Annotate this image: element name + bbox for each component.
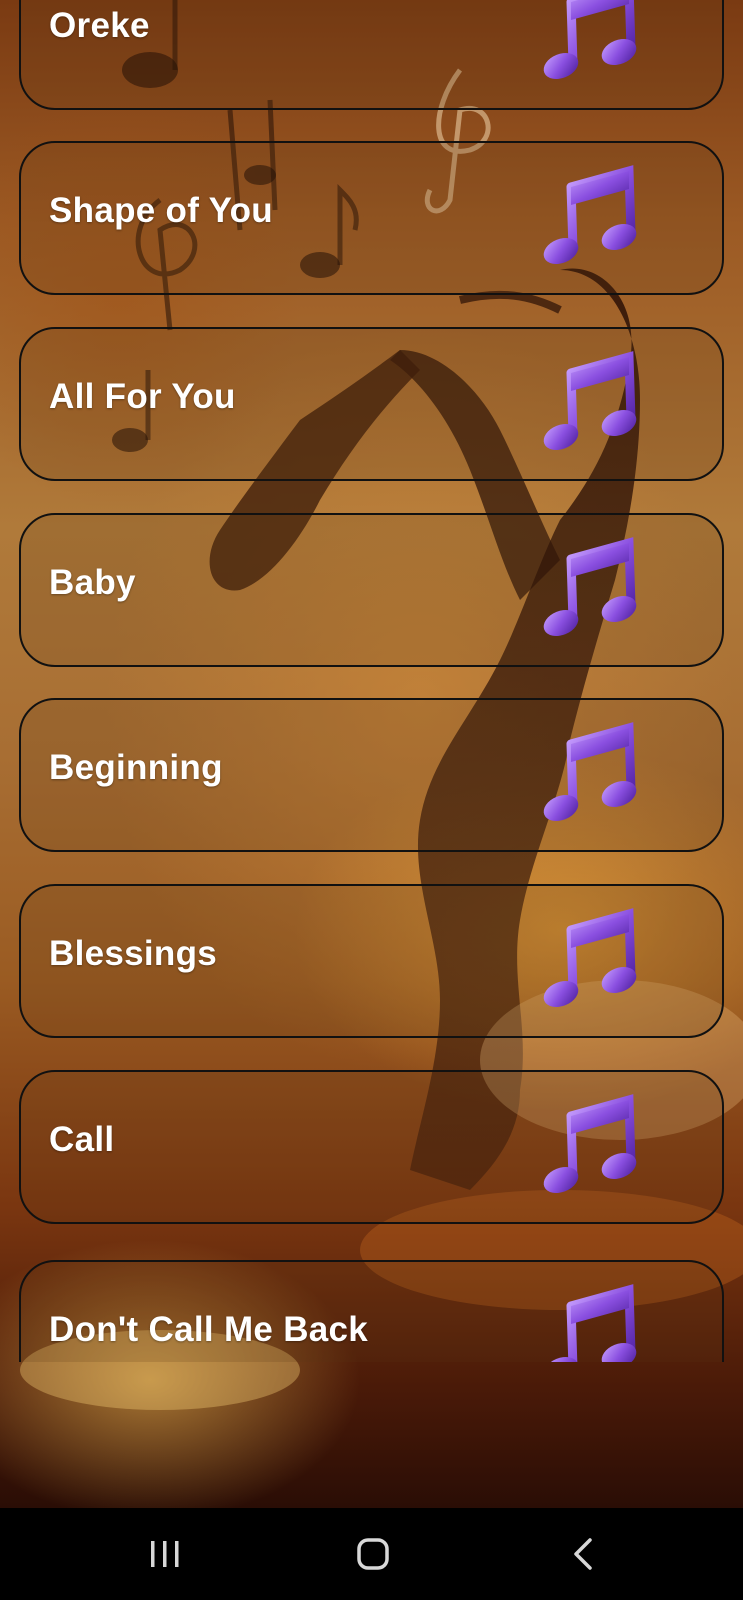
song-card-beginning[interactable]: Beginning: [19, 698, 724, 852]
song-title: Don't Call Me Back: [49, 1310, 369, 1349]
song-title: Call: [49, 1120, 115, 1159]
music-note-icon: [543, 537, 637, 637]
music-note-icon: [543, 165, 637, 265]
song-card-shape-of-you[interactable]: Shape of You: [19, 141, 724, 295]
home-icon: [357, 1538, 389, 1570]
music-note-icon: [543, 1284, 637, 1362]
back-icon: [574, 1538, 592, 1570]
song-list[interactable]: Oreke Shape of You All For You Baby Begi…: [0, 0, 743, 1362]
system-navigation-bar: [0, 1508, 743, 1600]
music-note-icon: [543, 0, 637, 80]
song-card-blessings[interactable]: Blessings: [19, 884, 724, 1038]
song-title: Baby: [49, 563, 136, 602]
music-note-icon: [543, 908, 637, 1008]
song-card-baby[interactable]: Baby: [19, 513, 724, 667]
music-note-icon: [543, 351, 637, 451]
recent-apps-button[interactable]: [135, 1528, 195, 1580]
song-title: All For You: [49, 377, 236, 416]
home-button[interactable]: [343, 1528, 403, 1580]
song-title: Beginning: [49, 748, 223, 787]
back-button[interactable]: [553, 1528, 613, 1580]
song-title: Oreke: [49, 6, 150, 45]
song-card-dont-call-me-back[interactable]: Don't Call Me Back: [19, 1260, 724, 1362]
song-card-call[interactable]: Call: [19, 1070, 724, 1224]
song-title: Shape of You: [49, 191, 273, 230]
music-note-icon: [543, 1094, 637, 1194]
music-note-icon: [543, 722, 637, 822]
recent-apps-icon: [151, 1541, 179, 1567]
song-card-oreke[interactable]: Oreke: [19, 0, 724, 110]
song-card-all-for-you[interactable]: All For You: [19, 327, 724, 481]
song-title: Blessings: [49, 934, 218, 973]
